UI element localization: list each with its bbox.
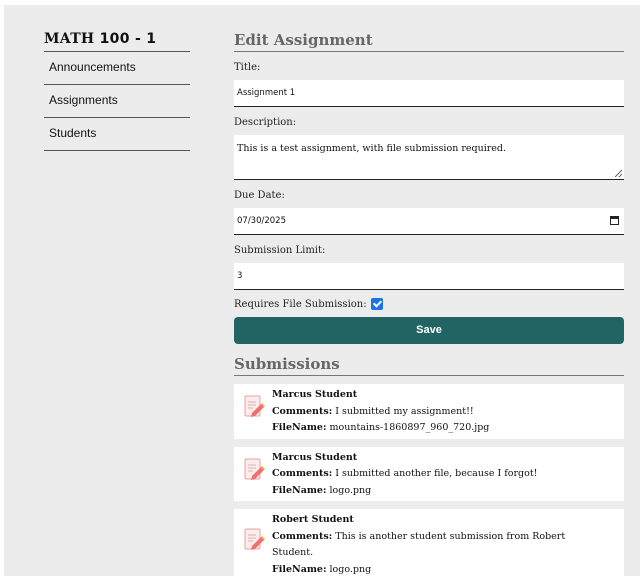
description-label: Description: — [234, 117, 297, 128]
filename-key: FileName: — [272, 563, 327, 575]
title-label: Title: — [234, 62, 261, 73]
submission-filename[interactable]: mountains-1860897_960_720.jpg — [329, 422, 489, 433]
submission-card: Marcus Student Comments: I submitted ano… — [234, 446, 624, 501]
edit-assignment-heading: Edit Assignment — [234, 31, 624, 52]
submission-student: Robert Student — [272, 514, 354, 525]
course-title-number: 100 - 1 — [99, 31, 157, 47]
submissions-heading: Submissions — [234, 355, 624, 376]
course-title-word: MATH — [44, 31, 95, 47]
submission-limit-input[interactable]: 3 — [234, 263, 624, 290]
title-input-value: Assignment 1 — [237, 88, 296, 98]
sidebar-item-students[interactable]: Students — [44, 118, 190, 151]
resize-grip-icon[interactable] — [615, 170, 622, 177]
submission-comments-continued: Student. — [272, 547, 314, 558]
main-content: Edit Assignment Title: Assignment 1 Desc… — [234, 31, 624, 580]
due-date-label: Due Date: — [234, 190, 285, 201]
submission-card: Robert Student Comments: This is another… — [234, 509, 624, 580]
page-background: MATH 100 - 1 Announcements Assignments S… — [4, 5, 640, 580]
due-date-input[interactable]: 07/30/2025 — [234, 208, 624, 235]
submission-comments: I submitted my assignment!! — [335, 405, 474, 417]
submission-card: Marcus Student Comments: I submitted my … — [234, 384, 624, 439]
requires-file-label: Requires File Submission: — [234, 298, 367, 310]
filename-key: FileName: — [272, 484, 327, 496]
comments-key: Comments: — [272, 405, 333, 417]
submission-filename[interactable]: logo.png — [329, 485, 371, 496]
calendar-icon[interactable] — [610, 216, 619, 225]
submission-limit-label: Submission Limit: — [234, 245, 326, 256]
filename-key: FileName: — [272, 422, 327, 433]
course-title: MATH 100 - 1 — [44, 31, 190, 52]
sidebar-item-announcements[interactable]: Announcements — [44, 52, 190, 85]
submission-student: Marcus Student — [272, 451, 358, 463]
sidebar-item-assignments[interactable]: Assignments — [44, 85, 190, 118]
document-edit-icon — [244, 528, 265, 550]
submission-student: Marcus Student — [272, 389, 358, 400]
submission-comments: This is another student submission from … — [335, 530, 566, 542]
description-textarea[interactable]: This is a test assignment, with file sub… — [234, 135, 624, 180]
comments-key: Comments: — [272, 468, 333, 479]
description-value: This is a test assignment, with file sub… — [237, 143, 506, 154]
submission-comments: I submitted another file, because I forg… — [335, 468, 538, 479]
comments-key: Comments: — [272, 530, 333, 542]
requires-file-checkbox[interactable] — [370, 298, 383, 310]
submission-limit-value: 3 — [237, 271, 243, 281]
due-date-value: 07/30/2025 — [237, 216, 286, 226]
document-edit-icon — [244, 395, 265, 417]
submission-filename[interactable]: logo.png — [329, 564, 371, 575]
sidebar: MATH 100 - 1 Announcements Assignments S… — [44, 31, 190, 151]
save-button[interactable]: Save — [234, 317, 624, 344]
document-edit-icon — [244, 458, 265, 480]
title-input[interactable]: Assignment 1 — [234, 80, 624, 107]
requires-file-row: Requires File Submission: — [234, 298, 624, 310]
